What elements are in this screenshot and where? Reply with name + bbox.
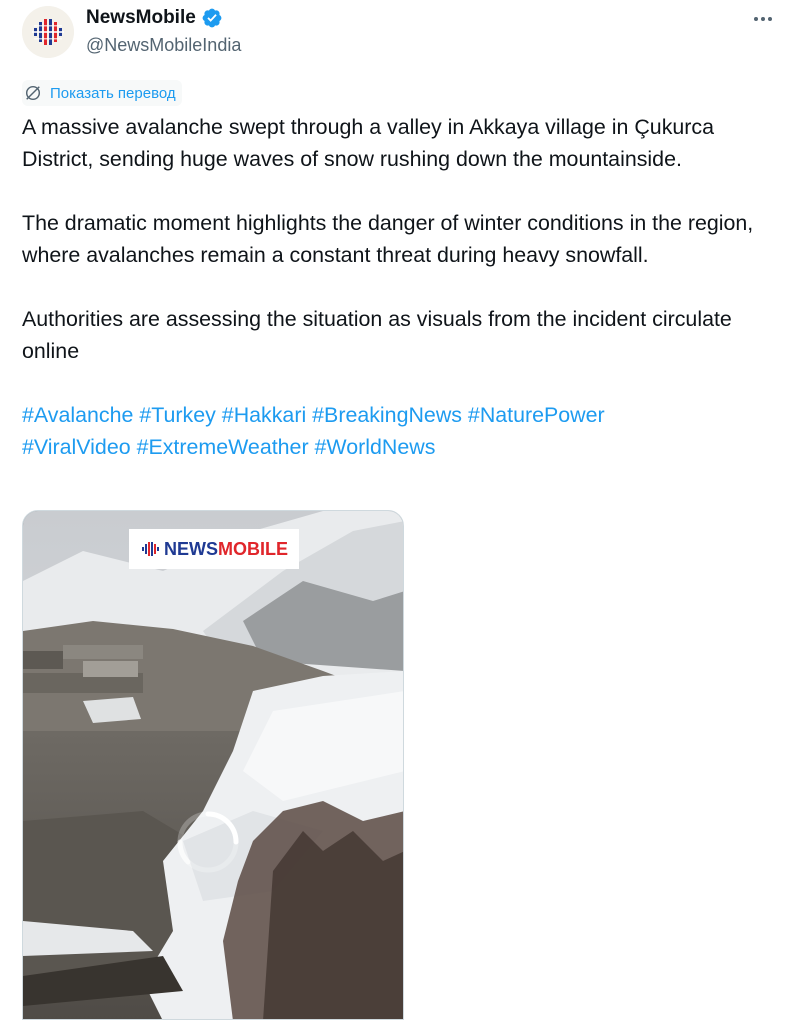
watermark-mobile: MOBILE xyxy=(218,538,288,559)
hashtag-link[interactable]: #Avalanche xyxy=(22,403,133,427)
show-translation-button[interactable]: Показать перевод xyxy=(22,80,182,106)
hashtag-link[interactable]: #BreakingNews xyxy=(312,403,462,427)
verified-badge-icon xyxy=(202,8,222,28)
tweet: NewsMobile @NewsMobileIndia Показать пер… xyxy=(0,0,802,1020)
avatar[interactable] xyxy=(22,6,74,58)
hashtag-link[interactable]: #NaturePower xyxy=(468,403,605,427)
hashtag-list: #Avalanche #Turkey #Hakkari #BreakingNew… xyxy=(22,399,782,463)
more-options-button[interactable] xyxy=(750,8,776,30)
tweet-paragraph-1: A massive avalanche swept through a vall… xyxy=(22,115,714,171)
author-handle[interactable]: @NewsMobileIndia xyxy=(86,35,241,56)
avalanche-video-frame xyxy=(23,511,403,1019)
hashtag-link[interactable]: #WorldNews xyxy=(315,435,436,459)
tweet-paragraph-3: Authorities are assessing the situation … xyxy=(22,307,732,363)
video-player[interactable]: NEWSMOBILE xyxy=(22,510,404,1020)
show-translation-label: Показать перевод xyxy=(50,84,176,102)
newsmobile-logo-icon xyxy=(142,542,159,556)
tweet-paragraph-2: The dramatic moment highlights the dange… xyxy=(22,211,754,267)
watermark-news: NEWS xyxy=(164,538,218,559)
loading-spinner-icon xyxy=(177,811,239,873)
translate-globe-icon xyxy=(25,85,41,101)
author-name-row[interactable]: NewsMobile xyxy=(86,7,223,29)
newsmobile-globe-logo-icon xyxy=(22,6,74,58)
hashtag-link[interactable]: #ExtremeWeather xyxy=(137,435,309,459)
tweet-text: A massive avalanche swept through a vall… xyxy=(22,111,782,463)
more-horizontal-icon xyxy=(754,17,758,21)
hashtag-link[interactable]: #ViralVideo xyxy=(22,435,131,459)
watermark-text: NEWSMOBILE xyxy=(164,539,288,560)
hashtag-link[interactable]: #Turkey xyxy=(139,403,215,427)
hashtag-link[interactable]: #Hakkari xyxy=(222,403,306,427)
newsmobile-watermark: NEWSMOBILE xyxy=(129,529,299,569)
author-name[interactable]: NewsMobile xyxy=(86,7,196,29)
